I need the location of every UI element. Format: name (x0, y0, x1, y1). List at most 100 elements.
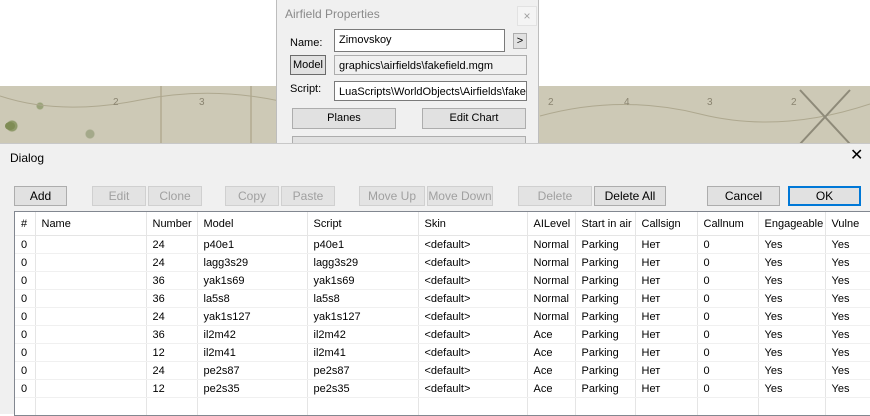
col-callnum-cell: 0 (697, 289, 759, 308)
col-vulnerable-cell: Yes (825, 361, 870, 380)
copy-button[interactable]: Copy (225, 186, 279, 206)
col-index-cell: 0 (15, 325, 36, 344)
script-path-field[interactable]: LuaScripts\WorldObjects\Airfields\fake (334, 81, 527, 101)
col-engageable-cell: Yes (758, 325, 826, 344)
planes-table[interactable]: # Name Number Model Script Skin AILevel Start i… (14, 211, 870, 416)
close-icon[interactable]: ✕ (850, 148, 863, 164)
col-number-cell: 24 (146, 235, 198, 254)
edit-button[interactable]: Edit (92, 186, 146, 206)
col-callsign-cell: Нет (635, 289, 698, 308)
table-row[interactable]: 0 24 yak1s127 yak1s127 <default> Normal Parkin… (15, 307, 870, 326)
col-start-in-air-cell: Parking (575, 271, 636, 290)
name-label: Name: (290, 37, 323, 49)
move-down-button[interactable]: Move Down (427, 186, 493, 206)
col-script-cell: yak1s69 (307, 271, 419, 290)
table-row[interactable]: 0 24 pe2s87 pe2s87 <default> Ace Parking Нет 0 Ye… (15, 361, 870, 380)
col-index-cell: 0 (15, 289, 36, 308)
col-callsign-cell: Нет (635, 307, 698, 326)
table-row[interactable]: 0 36 la5s8 la5s8 <default> Normal Parking Нет 0 Y… (15, 289, 870, 308)
col-ailevel-cell: Normal (527, 253, 576, 272)
col-skin-header[interactable]: Skin (418, 212, 528, 236)
col-vulnerable-cell: Yes (825, 235, 870, 254)
forest-patch (5, 122, 15, 130)
col-index-header[interactable]: # (15, 212, 36, 236)
script-label: Script: (290, 83, 322, 95)
col-index-cell: 0 (15, 343, 36, 362)
col-name-cell (35, 343, 147, 362)
col-vulnerable-header[interactable]: Vulne (825, 212, 870, 236)
col-number-header[interactable]: Number (146, 212, 198, 236)
ok-button[interactable]: OK (788, 186, 861, 206)
col-name-cell (35, 361, 147, 380)
col-script-cell: p40e1 (307, 235, 419, 254)
paste-button[interactable]: Paste (281, 186, 335, 206)
close-icon[interactable]: × (517, 6, 537, 26)
move-up-button[interactable]: Move Up (359, 186, 425, 206)
col-script-cell: il2m41 (307, 343, 419, 362)
cancel-button[interactable]: Cancel (707, 186, 780, 206)
planes-button[interactable]: Planes (292, 108, 396, 129)
col-index-cell: 0 (15, 361, 36, 380)
col-number-cell: 12 (146, 343, 198, 362)
col-ailevel-cell: Ace (527, 325, 576, 344)
col-callnum-header[interactable]: Callnum (697, 212, 759, 236)
col-model-cell: il2m41 (197, 343, 308, 362)
delete-button[interactable]: Delete (518, 186, 592, 206)
col-script-cell: la5s8 (307, 289, 419, 308)
col-model-cell: p40e1 (197, 235, 308, 254)
col-vulnerable-cell: Yes (825, 289, 870, 308)
col-ailevel-header[interactable]: AILevel (527, 212, 576, 236)
table-row[interactable]: 0 36 il2m42 il2m42 <default> Ace Parking Нет 0 Ye… (15, 325, 870, 344)
col-ailevel-cell: Normal (527, 271, 576, 290)
col-vulnerable-cell: Yes (825, 253, 870, 272)
col-index-cell: 0 (15, 253, 36, 272)
col-script-header[interactable]: Script (307, 212, 419, 236)
table-row[interactable]: 0 24 p40e1 p40e1 <default> Normal Parking Нет 0 Y… (15, 235, 870, 254)
map-grid-label: 2 (791, 97, 797, 108)
map-grid-label: 3 (707, 97, 713, 108)
col-skin-cell: <default> (418, 343, 528, 362)
col-index-cell: 0 (15, 271, 36, 290)
name-input[interactable]: Zimovskoy (334, 29, 505, 52)
col-ailevel-cell: Ace (527, 343, 576, 362)
col-callnum-cell: 0 (697, 235, 759, 254)
col-index-cell: 0 (15, 307, 36, 326)
col-start-in-air-cell: Parking (575, 289, 636, 308)
map-grid-label: 4 (624, 97, 630, 108)
col-vulnerable-cell: Yes (825, 325, 870, 344)
model-path-field[interactable]: graphics\airfields\fakefield.mgm (334, 55, 527, 75)
col-number-cell: 36 (146, 271, 198, 290)
col-index-cell: 0 (15, 379, 36, 398)
col-engageable-cell: Yes (758, 235, 826, 254)
col-model-cell: yak1s69 (197, 271, 308, 290)
col-start-in-air-cell: Parking (575, 379, 636, 398)
col-callsign-header[interactable]: Callsign (635, 212, 698, 236)
col-name-header[interactable]: Name (35, 212, 147, 236)
model-button[interactable]: Model (290, 55, 326, 75)
col-start-in-air-cell: Parking (575, 235, 636, 254)
col-start-in-air-cell: Parking (575, 253, 636, 272)
col-callnum-cell: 0 (697, 253, 759, 272)
col-vulnerable-cell: Yes (825, 343, 870, 362)
table-row[interactable]: 0 24 lagg3s29 lagg3s29 <default> Normal Parkin… (15, 253, 870, 272)
table-row[interactable]: 0 12 pe2s35 pe2s35 <default> Ace Parking Нет 0 Ye… (15, 379, 870, 398)
col-index-cell: 0 (15, 235, 36, 254)
col-start-in-air-cell: Parking (575, 343, 636, 362)
col-callnum-cell: 0 (697, 271, 759, 290)
table-row[interactable]: 0 12 il2m41 il2m41 <default> Ace Parking Нет 0 Ye… (15, 343, 870, 362)
col-skin-cell: <default> (418, 361, 528, 380)
clone-button[interactable]: Clone (148, 186, 202, 206)
edit-chart-button[interactable]: Edit Chart (422, 108, 526, 129)
add-button[interactable]: Add (14, 186, 67, 206)
table-row[interactable]: 0 36 yak1s69 yak1s69 <default> Normal Parking Н… (15, 271, 870, 290)
col-number-cell: 24 (146, 307, 198, 326)
col-engageable-header[interactable]: Engageable (758, 212, 826, 236)
col-model-cell: il2m42 (197, 325, 308, 344)
name-browse-button[interactable]: > (513, 33, 527, 49)
col-model-header[interactable]: Model (197, 212, 308, 236)
col-ailevel-cell: Normal (527, 307, 576, 326)
col-skin-cell: <default> (418, 253, 528, 272)
col-start-in-air-header[interactable]: Start in air (575, 212, 636, 236)
col-vulnerable-cell: Yes (825, 307, 870, 326)
delete-all-button[interactable]: Delete All (594, 186, 666, 206)
